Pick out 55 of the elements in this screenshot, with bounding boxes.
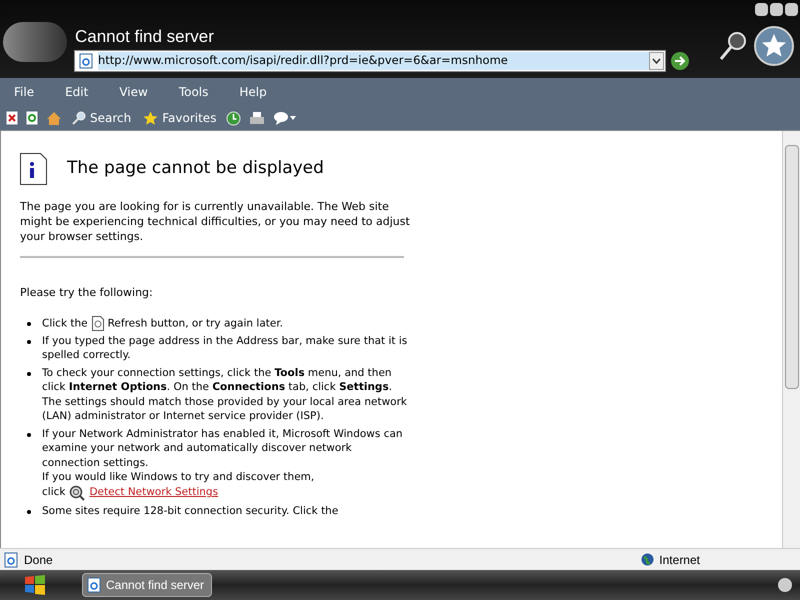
globe-icon — [641, 553, 654, 566]
windows-logo-icon[interactable] — [24, 575, 46, 595]
magnifier-icon — [69, 484, 86, 500]
list-text: Click the — [42, 316, 88, 329]
instruction-text: Please try the following: — [20, 285, 154, 301]
search-icon[interactable] — [718, 30, 748, 62]
list-text: To check your connection settings, click the Tools menu, and then click Internet Options. On the Connections tab, click Settings. The settings should match those provided by your local area network (LAN) administrator or Internet service provider (ISP). — [42, 366, 408, 422]
maximize-button[interactable] — [770, 3, 783, 16]
status-text: Done — [24, 552, 53, 568]
menu-item[interactable]: File — [5, 83, 44, 101]
minimize-button[interactable] — [755, 3, 768, 16]
refresh-icon — [92, 316, 104, 330]
list-text: Some sites require 128-bit connection security. Click the — [42, 504, 338, 516]
bullet — [27, 340, 31, 344]
search-icon — [72, 111, 86, 125]
speech-bubble-icon[interactable] — [273, 111, 298, 125]
scrollbar[interactable] — [782, 131, 800, 548]
zone-text: Internet — [659, 552, 700, 568]
window-title: Cannot find server — [75, 26, 214, 48]
bullet — [27, 510, 31, 514]
favorites-button[interactable]: Favorites — [141, 109, 218, 127]
tray-button[interactable] — [778, 578, 792, 592]
printer-icon[interactable] — [249, 110, 266, 126]
star-icon — [143, 110, 158, 126]
task-title: Cannot find server — [106, 577, 204, 594]
bullet — [27, 372, 31, 376]
close-button[interactable] — [785, 3, 798, 16]
list-text: If your Network Administrator has enabled it, Microsoft Windows can examine your network and automatically discover network connection settings. — [42, 426, 404, 470]
menu-item[interactable]: Tools — [170, 83, 218, 101]
go-icon[interactable] — [670, 51, 690, 71]
page-heading: The page cannot be displayed — [67, 157, 324, 180]
info-icon — [20, 153, 47, 185]
menu-item[interactable]: Help — [230, 83, 276, 101]
refresh-icon[interactable] — [26, 111, 38, 125]
bullet — [27, 322, 31, 326]
history-icon[interactable] — [226, 110, 242, 126]
page-icon — [86, 577, 102, 593]
menu-item[interactable]: View — [110, 83, 157, 101]
detect-settings-link[interactable]: Detect Network Settings — [89, 485, 218, 500]
stop-icon[interactable] — [6, 111, 18, 125]
list-text: Refresh button, or try again later. — [108, 316, 284, 329]
bullet — [27, 432, 31, 436]
list-text: If you would like Windows to try and discover them, — [42, 470, 316, 484]
list-text: If you typed the page address in the Address bar, make sure that it is spelled correctly. — [42, 334, 408, 361]
page-icon — [78, 53, 94, 69]
menu-item[interactable]: Edit — [56, 83, 98, 101]
home-icon[interactable] — [46, 110, 62, 126]
search-button[interactable]: Search — [70, 109, 134, 127]
intro-paragraph: The page you are looking for is currently unavailable. The Web site might be experiencing technical difficulties, or you may need to adjust your browser settings. — [20, 199, 410, 244]
address-field[interactable]: http://www.microsoft.com/isapi/redir.dll?prd=ie&pver=6&ar=msnhome — [74, 50, 666, 72]
dropdown-icon[interactable] — [649, 52, 664, 70]
page-icon — [3, 552, 19, 568]
list-text: click — [42, 485, 66, 500]
scroll-thumb[interactable] — [784, 145, 798, 389]
taskbar-button[interactable]: Cannot find server — [82, 573, 212, 597]
